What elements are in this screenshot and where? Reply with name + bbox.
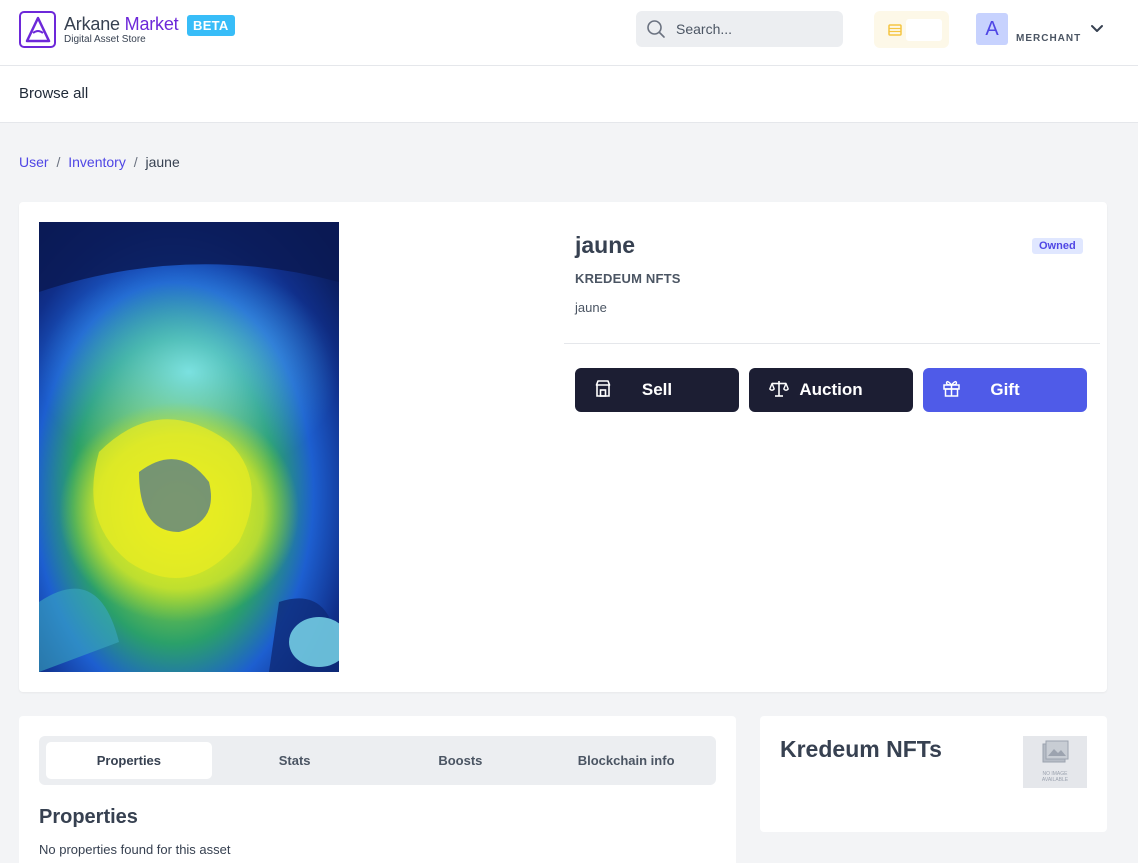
gift-button[interactable]: Gift — [923, 368, 1087, 412]
user-role: MERCHANT — [1016, 33, 1082, 44]
chevron-down-icon[interactable] — [1089, 21, 1105, 37]
store-icon — [595, 380, 611, 397]
breadcrumb-current: jaune — [145, 154, 180, 170]
nav-bar: Browse all — [0, 66, 1138, 123]
search-input[interactable] — [676, 21, 826, 37]
tab-stats[interactable]: Stats — [212, 742, 378, 779]
avatar[interactable]: A — [976, 13, 1008, 45]
wallet-value — [906, 18, 942, 41]
search-box[interactable] — [636, 11, 843, 47]
logo-icon — [19, 11, 56, 48]
breadcrumb-user[interactable]: User — [19, 154, 49, 170]
asset-image[interactable] — [39, 222, 339, 672]
logo-name: Arkane Market — [64, 13, 179, 34]
divider — [564, 343, 1100, 344]
breadcrumb: User / Inventory / jaune — [19, 154, 180, 170]
tab-boosts[interactable]: Boosts — [378, 742, 544, 779]
top-bar: Arkane Market Digital Asset Store BETA A… — [0, 0, 1138, 66]
collection-title: Kredeum NFTs — [780, 736, 942, 762]
wallet-balance[interactable] — [874, 11, 949, 48]
details-card: Properties Stats Boosts Blockchain info … — [19, 716, 736, 863]
asset-card: jaune Owned KREDEUM NFTS jaune Sell Auct… — [19, 202, 1107, 692]
auction-button[interactable]: Auction — [749, 368, 913, 412]
asset-collection[interactable]: KREDEUM NFTS — [575, 271, 681, 286]
breadcrumb-separator: / — [56, 154, 61, 170]
properties-heading: Properties — [39, 806, 138, 828]
breadcrumb-inventory[interactable]: Inventory — [68, 154, 126, 170]
status-badge: Owned — [1032, 238, 1083, 254]
logo[interactable]: Arkane Market Digital Asset Store — [19, 11, 179, 48]
tab-blockchain-info[interactable]: Blockchain info — [543, 742, 709, 779]
asset-description: jaune — [575, 300, 607, 315]
tab-properties[interactable]: Properties — [46, 742, 212, 779]
breadcrumb-separator: / — [133, 154, 138, 170]
search-icon — [647, 20, 665, 38]
gift-icon — [943, 380, 960, 397]
beta-badge: BETA — [187, 15, 235, 36]
tab-bar: Properties Stats Boosts Blockchain info — [39, 736, 716, 785]
scale-icon — [769, 381, 789, 397]
properties-empty-message: No properties found for this asset — [39, 842, 231, 857]
logo-subtitle: Digital Asset Store — [64, 33, 146, 45]
coins-icon — [888, 23, 902, 36]
asset-title: jaune — [575, 232, 636, 258]
collection-card[interactable]: Kredeum NFTs NO IMAGE AVAILABLE — [760, 716, 1107, 832]
browse-all-link[interactable]: Browse all — [19, 85, 88, 102]
no-image-placeholder: NO IMAGE AVAILABLE — [1023, 736, 1087, 788]
sell-button[interactable]: Sell — [575, 368, 739, 412]
no-image-text: AVAILABLE — [1041, 776, 1069, 783]
image-icon — [1042, 740, 1069, 763]
